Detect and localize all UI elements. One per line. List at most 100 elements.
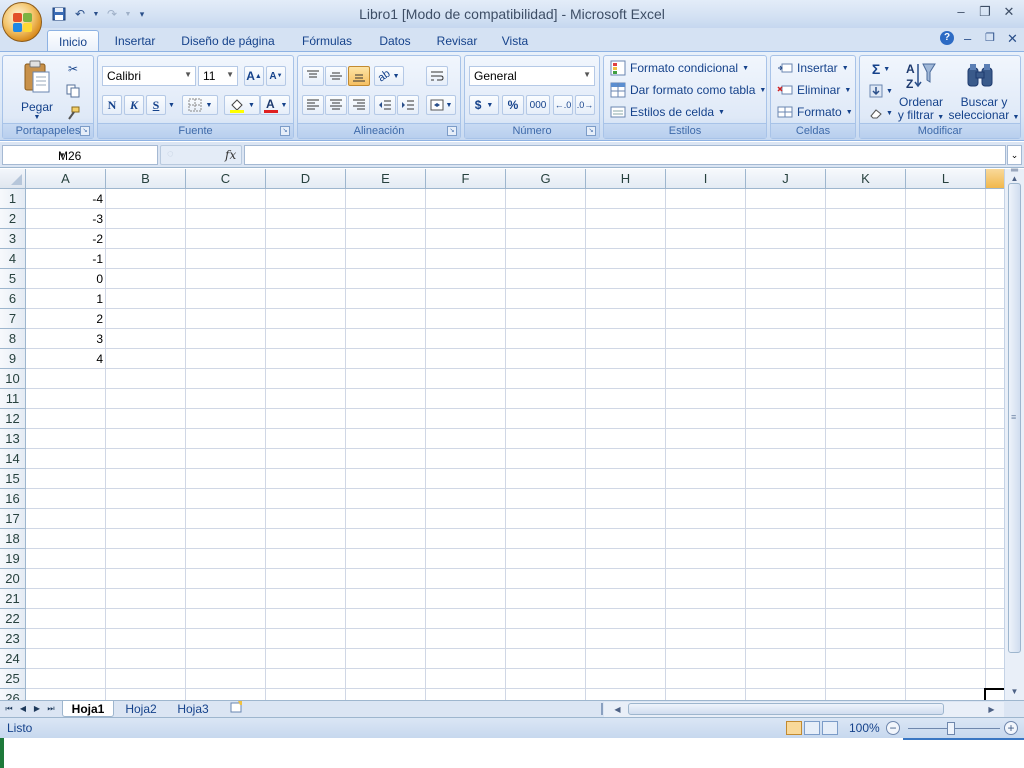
format-cells-button[interactable]: Formato ▼ <box>777 102 853 122</box>
worksheet-grid[interactable]: ABCDEFGHIJKL 1 2 3 4 5 6 7 8 9 10 11 12 13 14 15 16 17 18… <box>0 169 1004 700</box>
paste-button[interactable]: Pegar ▼ <box>7 58 67 122</box>
scroll-left-icon[interactable]: ◀ <box>610 702 625 717</box>
zoom-in-icon[interactable]: + <box>1004 721 1018 735</box>
horizontal-scroll-thumb[interactable] <box>628 703 944 715</box>
column-header-b[interactable]: B <box>106 169 186 189</box>
cell-a4[interactable]: -1 <box>26 249 106 268</box>
normal-view-icon[interactable] <box>786 721 802 735</box>
column-header-e[interactable]: E <box>346 169 426 189</box>
cell-a8[interactable]: 3 <box>26 329 106 348</box>
row-header-4[interactable]: 4 <box>0 249 26 269</box>
orientation-button[interactable]: ab ▼ <box>374 66 404 86</box>
column-header-j[interactable]: J <box>746 169 826 189</box>
cell-a3[interactable]: -2 <box>26 229 106 248</box>
row-header-25[interactable]: 25 <box>0 669 26 689</box>
number-format-combo[interactable]: General ▼ <box>469 66 595 86</box>
portapapeles-launcher-icon[interactable]: ↘ <box>80 126 90 136</box>
tab-datos[interactable]: Datos <box>372 30 418 52</box>
underline-button[interactable]: S <box>146 95 166 115</box>
row-header-7[interactable]: 7 <box>0 309 26 329</box>
alineacion-launcher-icon[interactable]: ↘ <box>447 126 457 136</box>
cell-a9[interactable]: 4 <box>26 349 106 368</box>
copy-icon[interactable] <box>63 82 83 100</box>
cell-styles-button[interactable]: Estilos de celda ▼ <box>610 102 725 122</box>
prev-sheet-icon[interactable]: ◀ <box>18 702 28 716</box>
vertical-scroll-thumb[interactable] <box>1008 183 1021 653</box>
scroll-right-icon[interactable]: ▶ <box>984 702 999 717</box>
borders-button[interactable]: ▼ <box>182 95 218 115</box>
row-header-20[interactable]: 20 <box>0 569 26 589</box>
row-header-15[interactable]: 15 <box>0 469 26 489</box>
numero-launcher-icon[interactable]: ↘ <box>586 126 596 136</box>
fill-icon[interactable]: ▼ <box>866 82 896 100</box>
office-button[interactable] <box>2 2 42 42</box>
shrink-font-icon[interactable]: A ▼ <box>266 66 286 86</box>
column-header-g[interactable]: G <box>506 169 586 189</box>
name-box[interactable]: M26 ▼ <box>2 145 158 165</box>
insert-sheet-icon[interactable] <box>222 701 252 717</box>
formula-bar-expand-icon[interactable]: ⌄ <box>1007 145 1022 165</box>
ribbon-restore-icon[interactable]: ❐ <box>985 31 995 44</box>
format-as-table-button[interactable]: Dar formato como tabla ▼ <box>610 80 766 100</box>
font-color-button[interactable]: A ▼ <box>260 95 290 115</box>
row-header-22[interactable]: 22 <box>0 609 26 629</box>
sheet-tab-hoja2[interactable]: Hoja2 <box>118 701 164 717</box>
clear-icon[interactable]: ▼ <box>866 104 896 122</box>
align-right-icon[interactable] <box>348 95 370 115</box>
delete-cells-button[interactable]: Eliminar ▼ <box>777 80 851 100</box>
tab-insertar[interactable]: Insertar <box>108 30 162 52</box>
insert-cells-button[interactable]: Insertar ▼ <box>777 58 849 78</box>
increase-indent-icon[interactable] <box>397 95 419 115</box>
column-header-c[interactable]: C <box>186 169 266 189</box>
underline-dropdown-icon[interactable]: ▼ <box>167 95 176 115</box>
align-middle-icon[interactable] <box>325 66 347 86</box>
decrease-indent-icon[interactable] <box>374 95 396 115</box>
zoom-level[interactable]: 100% <box>849 721 880 735</box>
zoom-out-icon[interactable]: − <box>886 721 900 735</box>
page-break-view-icon[interactable] <box>822 721 838 735</box>
last-sheet-icon[interactable]: ⏭ <box>46 702 56 716</box>
row-header-10[interactable]: 10 <box>0 369 26 389</box>
row-header-11[interactable]: 11 <box>0 389 26 409</box>
tab-revisar[interactable]: Revisar <box>432 30 482 52</box>
horizontal-scrollbar[interactable]: ◀ ▶ <box>604 702 1004 717</box>
active-cell[interactable] <box>984 688 1004 700</box>
chevron-down-icon[interactable]: ▼ <box>58 151 155 160</box>
percent-button[interactable]: % <box>502 95 524 115</box>
font-size-combo[interactable]: 11 ▼ <box>198 66 238 86</box>
align-bottom-icon[interactable] <box>348 66 370 86</box>
increase-decimal-icon[interactable]: ←.0 <box>553 95 573 115</box>
cell-a5[interactable]: 0 <box>26 269 106 288</box>
minimize-button[interactable]: – <box>950 4 972 22</box>
tab-inicio[interactable]: Inicio <box>47 30 99 52</box>
column-header-f[interactable]: F <box>426 169 506 189</box>
row-header-17[interactable]: 17 <box>0 509 26 529</box>
row-header-21[interactable]: 21 <box>0 589 26 609</box>
italic-button[interactable]: K <box>124 95 144 115</box>
zoom-slider-thumb[interactable] <box>947 722 955 735</box>
row-header-26[interactable]: 26 <box>0 689 26 700</box>
next-sheet-icon[interactable]: ▶ <box>32 702 42 716</box>
cell-a2[interactable]: -3 <box>26 209 106 228</box>
select-all-button[interactable] <box>0 169 26 189</box>
tab-vista[interactable]: Vista <box>496 30 534 52</box>
row-header-13[interactable]: 13 <box>0 429 26 449</box>
cell-a7[interactable]: 2 <box>26 309 106 328</box>
tab-diseno-pagina[interactable]: Diseño de página <box>176 30 280 52</box>
insert-function-button[interactable]: fx <box>225 148 236 162</box>
row-header-1[interactable]: 1 <box>0 189 26 209</box>
formula-input[interactable] <box>244 145 1006 165</box>
autosum-icon[interactable]: Σ ▼ <box>866 60 896 78</box>
column-header-a[interactable]: A <box>26 169 106 189</box>
vertical-scrollbar[interactable]: ═ ▲ ▼ <box>1004 166 1024 700</box>
restore-button[interactable]: ❐ <box>974 4 996 22</box>
column-header-l[interactable]: L <box>906 169 986 189</box>
decrease-decimal-icon[interactable]: .0→ <box>575 95 595 115</box>
scroll-down-icon[interactable]: ▼ <box>1007 684 1022 699</box>
thousands-button[interactable]: 000 <box>526 95 550 115</box>
row-header-2[interactable]: 2 <box>0 209 26 229</box>
align-top-icon[interactable] <box>302 66 324 86</box>
workbook-close-icon[interactable]: ✕ <box>1007 31 1018 47</box>
row-header-6[interactable]: 6 <box>0 289 26 309</box>
page-layout-view-icon[interactable] <box>804 721 820 735</box>
